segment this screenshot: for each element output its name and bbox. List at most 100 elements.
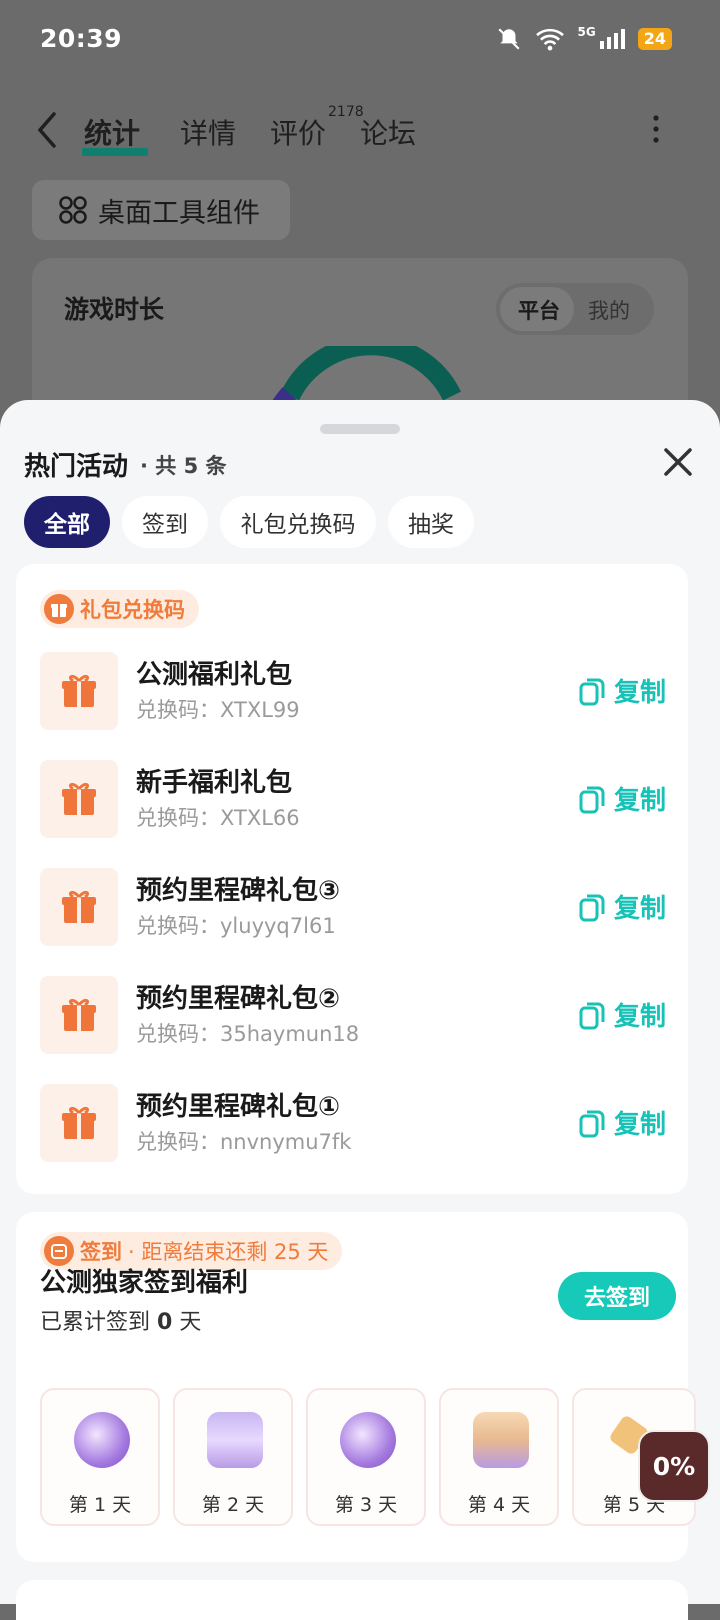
sheet-count: · 共 5 条 xyxy=(140,454,227,478)
copy-label: 复制 xyxy=(613,678,666,708)
segment-mine[interactable]: 我的 xyxy=(588,295,630,325)
filter-checkin[interactable]: 签到 xyxy=(122,496,208,548)
gift-code-tag: 礼包兑换码 xyxy=(40,590,199,628)
gift-code-value: 35haymun18 xyxy=(220,1022,360,1046)
playtime-segmented-control[interactable]: 平台 我的 xyxy=(496,283,654,335)
gift-name: 公测福利礼包 xyxy=(136,660,293,690)
gift-code: 兑换码：yluyyq7l61 xyxy=(136,910,336,940)
tab-details[interactable]: 详情 xyxy=(180,112,236,152)
gift-item: 预约里程碑礼包① 兑换码：nnvnymu7fk 复制 xyxy=(40,1084,680,1164)
status-time: 20:39 xyxy=(40,24,123,53)
desktop-widget-label: 桌面工具组件 xyxy=(98,197,260,229)
widget-grid-icon xyxy=(59,196,87,224)
segment-platform[interactable]: 平台 xyxy=(518,295,560,325)
checkin-day-label: 第 3 天 xyxy=(334,1494,398,1516)
copy-icon xyxy=(579,786,605,813)
tab-underline xyxy=(82,148,148,156)
checkin-day-card[interactable]: 第 4 天 xyxy=(439,1388,559,1526)
checkin-day-label: 第 4 天 xyxy=(467,1494,531,1516)
copy-button[interactable]: 复制 xyxy=(578,888,666,925)
checkin-day-card[interactable]: 第 1 天 xyxy=(40,1388,160,1526)
checkin-title: 公测独家签到福利 xyxy=(40,1268,249,1298)
gift-icon xyxy=(40,1084,118,1162)
checkin-day-card[interactable]: 第 2 天 xyxy=(173,1388,293,1526)
sheet-title: 热门活动 xyxy=(24,452,129,482)
status-icons: 5G 24 xyxy=(496,25,672,52)
purple-gem-reward-icon xyxy=(74,1412,130,1468)
gift-tag-icon xyxy=(44,594,74,624)
checkin-day-label: 第 2 天 xyxy=(201,1494,265,1516)
gift-code-prefix: 兑换码： xyxy=(136,806,220,830)
gift-item: 公测福利礼包 兑换码：XTXL99 复制 xyxy=(40,652,680,732)
checkin-progress-suffix: 天 xyxy=(179,1310,202,1335)
filter-all[interactable]: 全部 xyxy=(24,496,110,548)
gift-code-value: XTXL99 xyxy=(220,698,300,722)
signal-icon xyxy=(599,29,625,49)
filter-gift-code[interactable]: 礼包兑换码 xyxy=(220,496,376,548)
tab-stats[interactable]: 统计 xyxy=(84,112,140,152)
gift-name: 新手福利礼包 xyxy=(136,768,293,798)
gift-code-value: yluyyq7l61 xyxy=(220,914,336,938)
reviews-count-badge: 2178 xyxy=(328,104,364,120)
top-nav: 统计 详情 评价 2178 论坛 xyxy=(0,100,720,164)
gift-code-prefix: 兑换码： xyxy=(136,1022,220,1046)
gift-item: 新手福利礼包 兑换码：XTXL66 复制 xyxy=(40,760,680,840)
gift-code-prefix: 兑换码： xyxy=(136,914,220,938)
close-icon[interactable] xyxy=(660,444,696,480)
tab-reviews[interactable]: 评价 xyxy=(270,112,326,152)
copy-button[interactable]: 复制 xyxy=(578,672,666,709)
gift-name: 预约里程碑礼包③ xyxy=(136,876,341,906)
checkin-progress-prefix: 已累计签到 xyxy=(40,1310,151,1335)
playtime-title: 游戏时长 xyxy=(64,295,165,324)
gift-cake-reward-icon xyxy=(473,1412,529,1468)
checkin-day-label: 第 1 天 xyxy=(68,1494,132,1516)
checkin-progress: 已累计签到 0 天 xyxy=(40,1304,201,1336)
desktop-widget-button[interactable]: 桌面工具组件 xyxy=(32,180,290,240)
floating-progress-badge[interactable]: 0% xyxy=(638,1430,710,1502)
gift-icon xyxy=(40,868,118,946)
purple-gem-reward-icon xyxy=(340,1412,396,1468)
gift-item: 预约里程碑礼包③ 兑换码：yluyyq7l61 复制 xyxy=(40,868,680,948)
copy-label: 复制 xyxy=(613,1002,666,1032)
gift-code: 兑换码：35haymun18 xyxy=(136,1018,359,1048)
cake-reward-icon xyxy=(207,1412,263,1468)
copy-icon xyxy=(579,1110,605,1137)
gift-code-prefix: 兑换码： xyxy=(136,1130,220,1154)
gift-item: 预约里程碑礼包② 兑换码：35haymun18 复制 xyxy=(40,976,680,1056)
copy-icon xyxy=(579,1002,605,1029)
copy-icon xyxy=(579,678,605,705)
copy-icon xyxy=(579,894,605,921)
gift-code: 兑换码：nnvnymu7fk xyxy=(136,1126,351,1156)
gift-name: 预约里程碑礼包① xyxy=(136,1092,341,1122)
gift-code: 兑换码：XTXL66 xyxy=(136,802,300,832)
copy-button[interactable]: 复制 xyxy=(578,996,666,1033)
mute-bell-icon xyxy=(498,28,520,50)
next-panel xyxy=(16,1580,688,1620)
copy-label: 复制 xyxy=(613,1110,666,1140)
back-arrow-icon[interactable] xyxy=(34,110,60,150)
gift-code-prefix: 兑换码： xyxy=(136,698,220,722)
gift-code-value: XTXL66 xyxy=(220,806,300,830)
checkin-day-card[interactable]: 第 3 天 xyxy=(306,1388,426,1526)
more-icon[interactable] xyxy=(648,114,664,144)
gift-icon xyxy=(40,760,118,838)
copy-button[interactable]: 复制 xyxy=(578,780,666,817)
copy-label: 复制 xyxy=(613,786,666,816)
gift-code: 兑换码：XTXL99 xyxy=(136,694,300,724)
sheet-drag-handle[interactable] xyxy=(320,424,400,434)
gift-icon xyxy=(40,652,118,730)
status-bar: 20:39 5G 24 xyxy=(0,0,720,80)
gift-icon xyxy=(40,976,118,1054)
battery-icon: 24 xyxy=(637,28,672,50)
gift-code-value: nnvnymu7fk xyxy=(220,1130,352,1154)
checkin-progress-days: 0 xyxy=(157,1310,173,1335)
filter-lottery[interactable]: 抽奖 xyxy=(388,496,474,548)
tab-forum[interactable]: 论坛 xyxy=(360,112,416,152)
wifi-icon xyxy=(535,28,564,51)
copy-button[interactable]: 复制 xyxy=(578,1104,666,1141)
copy-label: 复制 xyxy=(613,894,666,924)
go-checkin-button[interactable]: 去签到 xyxy=(558,1272,676,1320)
network-label: 5G xyxy=(577,25,596,39)
gift-name: 预约里程碑礼包② xyxy=(136,984,341,1014)
gift-code-tag-label: 礼包兑换码 xyxy=(80,598,185,622)
